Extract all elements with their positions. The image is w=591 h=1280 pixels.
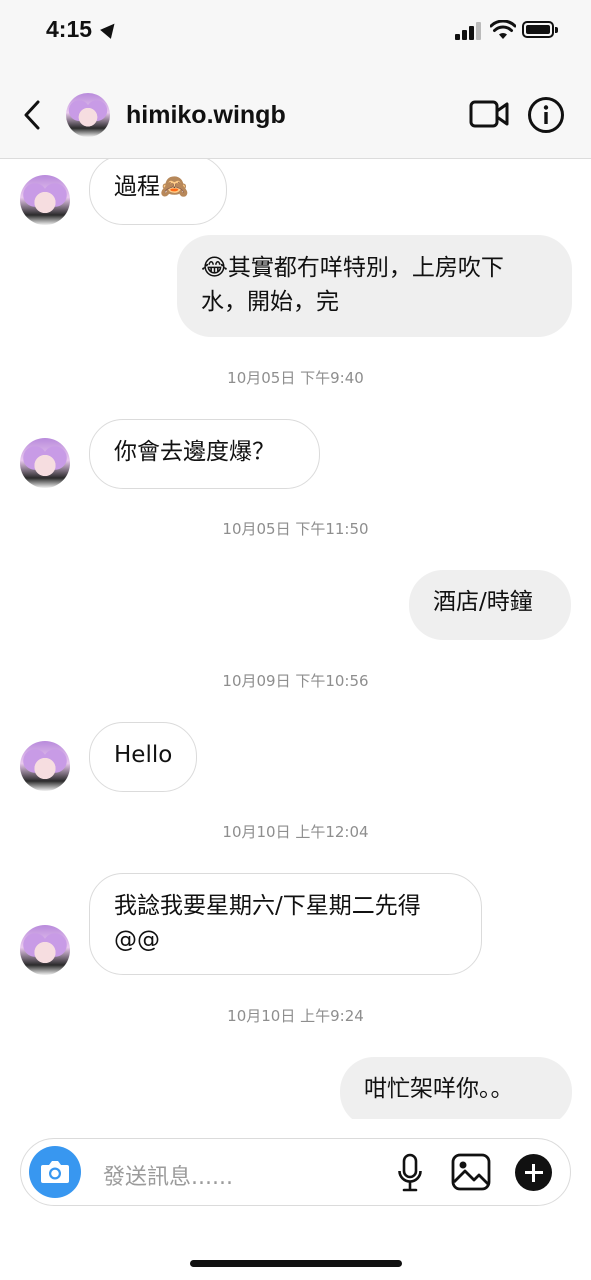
message-timestamp: 10月05日 下午11:50 — [222, 520, 369, 538]
camera-icon — [41, 1161, 69, 1183]
chevron-left-icon[interactable] — [18, 98, 48, 132]
cellular-signal-icon — [455, 22, 483, 40]
message-bubble[interactable]: 我諗我要星期六/下星期二先得@@ — [89, 873, 482, 975]
avatar — [20, 741, 70, 791]
location-arrow-icon — [100, 19, 120, 39]
avatar[interactable] — [66, 93, 110, 137]
message-bubble[interactable]: Hello — [89, 722, 197, 792]
message-timestamp: 10月05日 下午9:40 — [227, 369, 364, 387]
message-timestamp: 10月10日 上午9:24 — [227, 1007, 364, 1025]
plus-icon[interactable] — [515, 1154, 552, 1191]
message-timestamp: 10月10日 上午12:04 — [222, 823, 369, 841]
microphone-icon[interactable] — [397, 1153, 423, 1193]
avatar — [20, 438, 70, 488]
username[interactable]: himiko.wingb — [126, 101, 286, 130]
battery-icon — [522, 21, 558, 38]
video-camera-icon[interactable] — [469, 98, 509, 130]
status-bar: 4:15 — [0, 0, 591, 70]
gallery-icon[interactable] — [451, 1153, 491, 1191]
message-bubble[interactable]: 你會去邊度爆？ — [89, 419, 320, 489]
status-time: 4:15 — [46, 16, 93, 42]
message-composer: 發送訊息...... — [20, 1138, 571, 1206]
camera-button[interactable] — [29, 1146, 81, 1198]
message-timestamp: 10月09日 下午10:56 — [222, 672, 369, 690]
message-bubble[interactable]: 酒店/時鐘 — [409, 570, 571, 640]
message-input[interactable]: 發送訊息...... — [103, 1159, 233, 1191]
wifi-icon — [490, 20, 516, 39]
home-indicator[interactable] — [190, 1260, 402, 1267]
message-list: 過程🙈 😂其實都冇咩特別，上房吹下水，開始，完 10月05日 下午9:40 你會… — [0, 159, 591, 1119]
chat-header: himiko.wingb — [0, 70, 591, 159]
info-icon[interactable] — [527, 96, 565, 134]
message-bubble[interactable]: 過程🙈 — [89, 159, 227, 225]
message-bubble[interactable]: 😂其實都冇咩特別，上房吹下水，開始，完 — [177, 235, 572, 337]
message-bubble[interactable]: 咁忙架咩你。。 — [340, 1057, 572, 1119]
avatar — [20, 925, 70, 975]
avatar — [20, 175, 70, 225]
